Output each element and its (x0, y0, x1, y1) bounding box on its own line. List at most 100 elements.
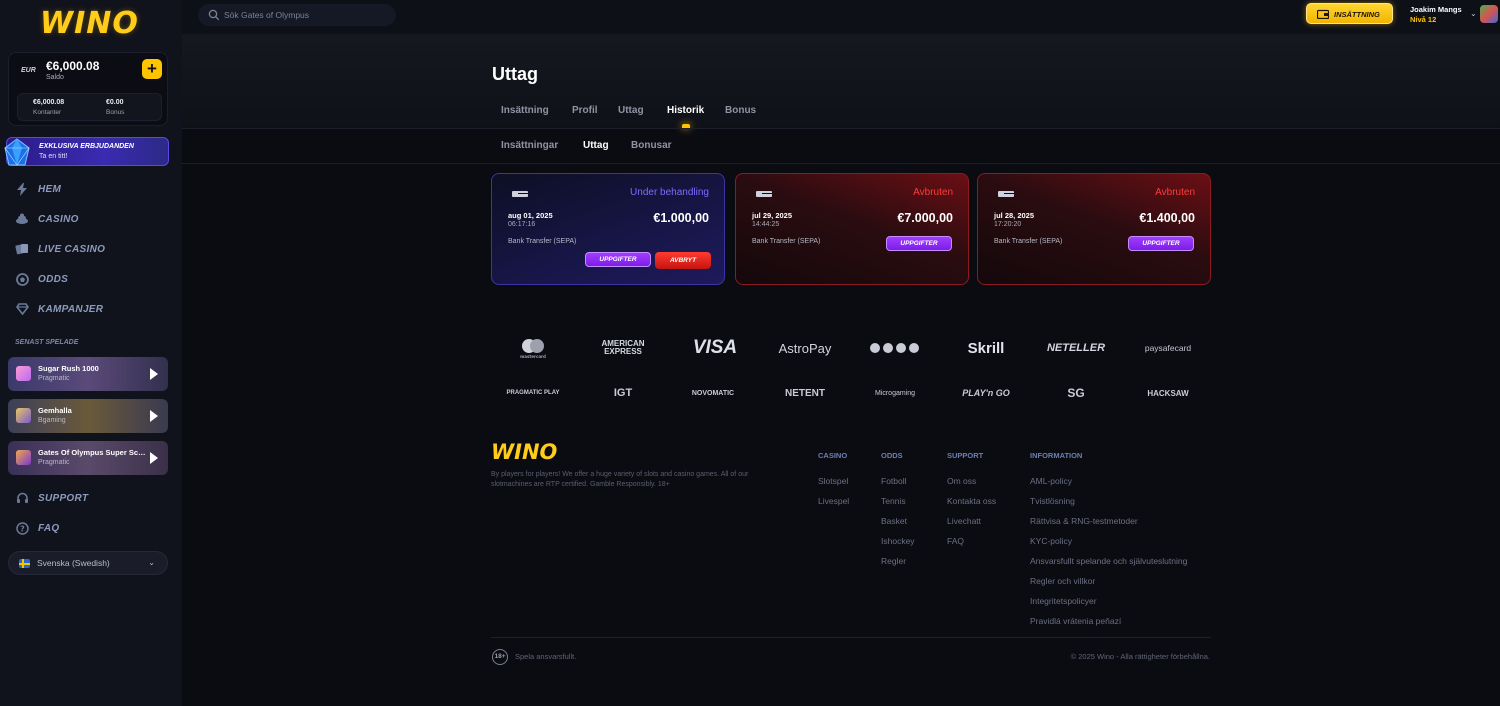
language-label: Svenska (Swedish) (37, 558, 110, 568)
footer-link[interactable]: FAQ (947, 536, 964, 546)
tab-history[interactable]: Historik (667, 105, 704, 116)
footer-logo[interactable]: WINO (491, 440, 557, 464)
ball-icon (15, 272, 29, 286)
igt-logo: IGT (613, 387, 633, 399)
tab-bonus[interactable]: Bonus (725, 105, 756, 116)
nav-support[interactable]: SUPPORT (15, 490, 88, 506)
wino-logo[interactable]: WINO (40, 6, 139, 41)
bank-icon (756, 191, 772, 197)
novomatic-logo: NOVOMATIC (691, 389, 735, 397)
footer-link[interactable]: Tennis (881, 496, 906, 506)
chips-icon (15, 212, 29, 226)
recent-game-item[interactable]: Gemhalla Bgaming (8, 399, 168, 433)
add-funds-button[interactable]: + (142, 59, 162, 79)
play-icon[interactable] (150, 410, 158, 422)
microgaming-logo: Microgaming (874, 389, 916, 397)
footer-link[interactable]: Om oss (947, 476, 976, 486)
tab-profile[interactable]: Profil (572, 105, 598, 116)
search-input[interactable]: Sök Gates of Olympus (198, 4, 396, 26)
footer-link[interactable]: Basket (881, 516, 907, 526)
subtab-deposits[interactable]: Insättningar (501, 140, 558, 151)
nav-odds[interactable]: ODDS (15, 271, 68, 287)
avatar[interactable] (1480, 5, 1498, 23)
payment-circles-logo (855, 336, 935, 360)
astropay-logo: AstroPay (778, 340, 832, 356)
bonus-label: Bonus (106, 109, 125, 116)
footer-link[interactable]: KYC-policy (1030, 536, 1072, 546)
amex-logo: AMERICAN EXPRESS (601, 339, 645, 356)
footer-link[interactable]: Tvistlösning (1030, 496, 1075, 506)
game-provider: Pragmatic (38, 459, 70, 466)
nav-faq-label: FAQ (38, 522, 60, 534)
footer-link[interactable]: Integritetspolicyer (1030, 596, 1097, 606)
details-button[interactable]: UPPGIFTER (886, 236, 952, 251)
page-title: Uttag (492, 64, 538, 84)
exclusive-offers-banner[interactable]: EXKLUSIVA ERBJUDANDEN Ta en titt! (4, 137, 169, 166)
footer-link[interactable]: Regler (881, 556, 906, 566)
bank-icon (512, 191, 528, 197)
bonus-value: €0.00 (106, 99, 124, 106)
lightning-icon (15, 182, 29, 196)
footer-support-title: SUPPORT (947, 451, 984, 460)
tab-deposit[interactable]: Insättning (501, 105, 549, 116)
chevron-down-icon[interactable]: ⌄ (1470, 9, 1477, 18)
footer-link[interactable]: Fotboll (881, 476, 907, 486)
footer-link[interactable]: Pravidlá vrátenia peňazí (1030, 616, 1121, 626)
neteller-logo: NETELLER (1046, 342, 1106, 354)
footer-description: By players for players! We offer a huge … (491, 471, 749, 488)
copyright-text: © 2025 Wino - Alla rättigheter förbehåll… (1070, 652, 1210, 661)
withdrawal-date: jul 28, 2025 (994, 211, 1035, 220)
plus-icon: + (147, 59, 157, 78)
recent-game-item[interactable]: Gates Of Olympus Super Scatter Pragmatic (8, 441, 168, 475)
cash-value: €6,000.08 (33, 99, 65, 106)
wallet-panel: EUR €6,000.08 Saldo + €6,000.08 Kontante… (8, 52, 168, 126)
wallet-balance: €6,000.08 (46, 59, 100, 73)
footer-link[interactable]: Slotspel (818, 476, 848, 486)
gem-icon (4, 138, 30, 166)
recently-played-title: SENAST SPELADE (15, 339, 79, 346)
footer-link[interactable]: Regler och villkor (1030, 576, 1095, 586)
details-button[interactable]: UPPGIFTER (1128, 236, 1194, 251)
promo-subtitle: Ta en titt! (39, 153, 68, 160)
tabs-divider (182, 128, 1500, 129)
svg-text:mastercard: mastercard (520, 354, 546, 359)
recent-game-item[interactable]: Sugar Rush 1000 Pragmatic (8, 357, 168, 391)
language-selector[interactable]: Svenska (Swedish) ⌄ (8, 551, 168, 575)
nav-live-casino[interactable]: LIVE CASINO (15, 241, 105, 257)
diamond-icon (15, 302, 29, 316)
bank-icon (998, 191, 1014, 197)
withdrawal-time: 17:20:20 (994, 221, 1022, 228)
nav-casino-label: CASINO (38, 213, 79, 225)
footer-link[interactable]: Rättvisa & RNG-testmetoder (1030, 516, 1138, 526)
netent-logo: NETENT (785, 387, 825, 399)
responsible-gaming-text[interactable]: Spela ansvarsfullt. (515, 652, 576, 661)
user-name[interactable]: Joakim Mangs (1410, 5, 1462, 14)
nav-live-casino-label: LIVE CASINO (38, 243, 106, 255)
withdrawal-date: aug 01, 2025 (508, 211, 553, 220)
subtab-withdrawals[interactable]: Uttag (583, 140, 609, 151)
nav-casino[interactable]: CASINO (15, 211, 79, 227)
game-provider: Pragmatic (38, 375, 70, 382)
footer-link[interactable]: Ansvarsfullt spelande och självuteslutni… (1030, 556, 1187, 566)
tab-withdraw[interactable]: Uttag (618, 105, 644, 116)
play-icon[interactable] (150, 368, 158, 380)
footer-link[interactable]: Livespel (818, 496, 849, 506)
deposit-button[interactable]: INSÄTTNING (1306, 3, 1393, 24)
nav-faq[interactable]: ? FAQ (15, 520, 59, 536)
footer-link[interactable]: Ishockey (881, 536, 915, 546)
cancel-withdrawal-button[interactable]: AVBRYT (655, 252, 711, 269)
withdrawal-card: Under behandling aug 01, 2025 06:17:16 €… (491, 173, 725, 285)
details-button[interactable]: UPPGIFTER (585, 252, 651, 267)
footer-link[interactable]: Kontakta oss (947, 496, 996, 506)
subtabs-divider (182, 163, 1500, 164)
play-icon[interactable] (150, 452, 158, 464)
subtab-bonuses[interactable]: Bonusar (631, 140, 672, 151)
nav-home[interactable]: HEM (15, 181, 61, 197)
footer-link[interactable]: Livechatt (947, 516, 981, 526)
chevron-down-icon: ⌄ (148, 558, 155, 567)
footer-link[interactable]: AML-policy (1030, 476, 1072, 486)
hacksaw-logo: HACKSAW (1147, 388, 1189, 398)
withdrawal-method: Bank Transfer (SEPA) (752, 238, 821, 245)
game-providers: PRAGMATIC PLAY IGT NOVOMATIC NETENT Micr… (491, 381, 1211, 405)
nav-promotions[interactable]: KAMPANJER (15, 301, 103, 317)
